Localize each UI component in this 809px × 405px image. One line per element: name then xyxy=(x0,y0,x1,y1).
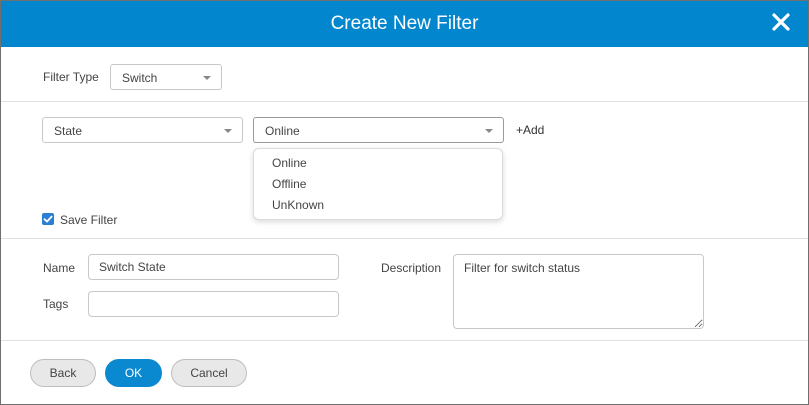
close-icon[interactable] xyxy=(770,11,792,33)
save-filter-checkbox[interactable] xyxy=(42,213,54,225)
back-button[interactable]: Back xyxy=(30,359,96,387)
create-filter-dialog: Create New Filter Filter Type Switch Sta… xyxy=(0,0,809,405)
save-filter-label: Save Filter xyxy=(60,213,118,227)
chevron-down-icon xyxy=(224,129,232,133)
tags-label: Tags xyxy=(43,297,69,311)
divider xyxy=(1,238,808,239)
field-select[interactable]: State xyxy=(42,117,243,143)
operator-dropdown-list: Online Offline UnKnown xyxy=(253,148,503,220)
description-field[interactable]: Filter for switch status xyxy=(453,254,704,329)
filter-type-label: Filter Type xyxy=(43,70,99,84)
name-label: Name xyxy=(43,261,76,275)
cancel-button[interactable]: Cancel xyxy=(171,359,247,387)
ok-button[interactable]: OK xyxy=(105,359,162,387)
description-label: Description xyxy=(381,261,442,275)
filter-type-select[interactable]: Switch xyxy=(110,64,222,90)
add-condition-link[interactable]: +Add xyxy=(516,123,544,137)
divider xyxy=(1,101,808,102)
field-select-value: State xyxy=(54,124,83,138)
dialog-title: Create New Filter xyxy=(330,13,479,34)
filter-type-value: Switch xyxy=(122,71,158,85)
chevron-down-icon xyxy=(485,129,493,133)
dropdown-option-unknown[interactable]: UnKnown xyxy=(272,198,324,212)
operator-select-value: Online xyxy=(265,124,300,138)
name-field[interactable] xyxy=(88,254,339,280)
chevron-down-icon xyxy=(203,76,211,80)
dropdown-option-offline[interactable]: Offline xyxy=(272,177,306,191)
dialog-header: Create New Filter xyxy=(1,1,808,47)
divider xyxy=(1,340,808,341)
tags-field[interactable] xyxy=(88,291,339,317)
dropdown-option-online[interactable]: Online xyxy=(272,156,307,170)
operator-select[interactable]: Online xyxy=(253,117,504,143)
